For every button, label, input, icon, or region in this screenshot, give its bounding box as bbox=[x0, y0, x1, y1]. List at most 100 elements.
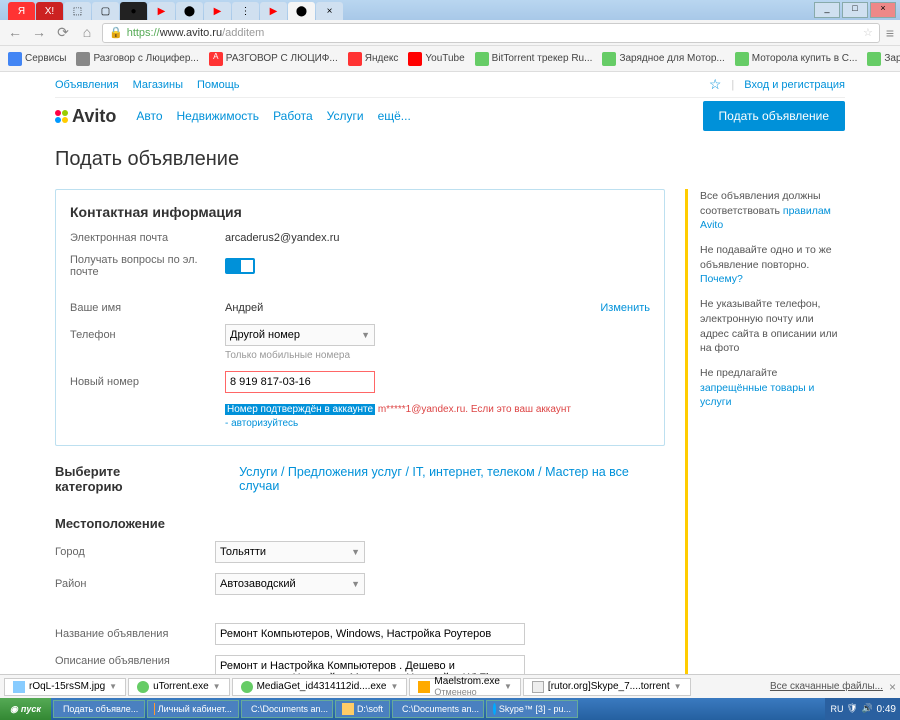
receive-questions-toggle[interactable] bbox=[225, 258, 255, 274]
browser-tab[interactable]: ▶ bbox=[204, 2, 231, 20]
why-link[interactable]: Почему? bbox=[700, 273, 743, 285]
browser-tab[interactable]: X! bbox=[36, 2, 63, 20]
browser-tab-active[interactable]: ⬤ bbox=[288, 2, 315, 20]
city-value: Тольятти bbox=[220, 546, 266, 558]
chevron-down-icon[interactable]: ▼ bbox=[109, 682, 117, 691]
bookmark-item[interactable]: Моторола купить в С... bbox=[735, 52, 858, 66]
taskbar-item[interactable]: Личный кабинет... bbox=[147, 700, 239, 718]
download-item[interactable]: Maelstrom.exeОтменено▼ bbox=[409, 678, 521, 696]
chevron-down-icon[interactable]: ▼ bbox=[674, 682, 682, 691]
reload-button[interactable]: ⟳ bbox=[54, 24, 72, 42]
bookmark-item[interactable]: YouTube bbox=[408, 52, 464, 66]
forward-button[interactable]: → bbox=[30, 24, 48, 42]
nav-more[interactable]: ещё... bbox=[378, 109, 411, 123]
bookmark-item[interactable]: Сервисы bbox=[8, 52, 66, 66]
tray-icon[interactable]: 🛡 bbox=[847, 703, 859, 715]
browser-tab[interactable]: Я bbox=[8, 2, 35, 20]
nav-shops[interactable]: Магазины bbox=[133, 79, 183, 91]
city-select[interactable]: Тольятти ▼ bbox=[215, 541, 365, 563]
browser-tab[interactable]: ▶ bbox=[260, 2, 287, 20]
bookmark-item[interactable]: Разговор с Люцифер... bbox=[76, 52, 198, 66]
close-downloads-bar[interactable]: × bbox=[889, 680, 896, 694]
browser-tab[interactable]: ⬚ bbox=[64, 2, 91, 20]
bookmark-star-icon[interactable]: ☆ bbox=[863, 26, 873, 39]
bookmark-item[interactable]: Яндекс bbox=[348, 52, 399, 66]
taskbar-item[interactable]: C:\Documents an... bbox=[392, 700, 484, 718]
address-bar[interactable]: 🔒 https:// www.avito.ru /additem ☆ bbox=[102, 23, 880, 43]
bookmark-item[interactable]: Зарядное для Мотор... bbox=[602, 52, 724, 66]
nav-jobs[interactable]: Работа bbox=[273, 109, 313, 123]
confirm-message: Номер подтверждён в аккаунте m*****1@yan… bbox=[225, 403, 650, 431]
favorites-icon[interactable]: ☆ bbox=[709, 76, 722, 93]
nav-realty[interactable]: Недвижимость bbox=[177, 109, 260, 123]
forbidden-link[interactable]: запрещённые товары и услуги bbox=[700, 382, 814, 409]
bolt-icon bbox=[735, 52, 749, 66]
phone-select[interactable]: Другой номер ▼ bbox=[225, 324, 375, 346]
window-minimize[interactable]: _ bbox=[814, 2, 840, 18]
ad-title-input[interactable] bbox=[215, 623, 525, 645]
download-item[interactable]: rOqL-15rsSM.jpg▼ bbox=[4, 678, 126, 696]
city-label: Город bbox=[55, 546, 215, 558]
download-item[interactable]: uTorrent.exe▼ bbox=[128, 678, 230, 696]
window-close[interactable]: × bbox=[870, 2, 896, 18]
file-icon bbox=[532, 681, 544, 693]
image-icon bbox=[13, 681, 25, 693]
nav-ads[interactable]: Объявления bbox=[55, 79, 119, 91]
bookmark-item[interactable]: BitTorrent трекер Ru... bbox=[475, 52, 593, 66]
nav-auto[interactable]: Авто bbox=[136, 109, 162, 123]
bt-icon bbox=[475, 52, 489, 66]
volume-icon[interactable]: 🔊 bbox=[862, 703, 874, 715]
system-tray: RU 🛡 🔊 0:49 bbox=[825, 698, 900, 720]
browser-tab[interactable]: ▶ bbox=[148, 2, 175, 20]
tray-lang[interactable]: RU bbox=[831, 704, 844, 714]
clock[interactable]: 0:49 bbox=[877, 704, 896, 715]
bolt-icon bbox=[867, 52, 881, 66]
district-select[interactable]: Автозаводский ▼ bbox=[215, 573, 365, 595]
window-maximize[interactable]: □ bbox=[842, 2, 868, 18]
taskbar-item[interactable]: Подать объявле... bbox=[53, 700, 145, 718]
chrome-icon bbox=[154, 703, 155, 715]
new-number-input[interactable] bbox=[225, 371, 375, 393]
download-item[interactable]: MediaGet_id4314112id....exe▼ bbox=[232, 678, 408, 696]
bookmark-item[interactable]: Зарядки с различны... bbox=[867, 52, 900, 66]
chevron-down-icon[interactable]: ▼ bbox=[213, 682, 221, 691]
browser-titlebar: Я X! ⬚ ▢ ● ▶ ⬤ ▶ ⋮ ▶ ⬤ × _ □ × bbox=[0, 0, 900, 20]
district-label: Район bbox=[55, 578, 215, 590]
show-all-downloads[interactable]: Все скачанные файлы... bbox=[770, 681, 883, 692]
chevron-down-icon[interactable]: ▼ bbox=[391, 682, 399, 691]
login-link[interactable]: Вход и регистрация bbox=[744, 79, 845, 91]
name-label: Ваше имя bbox=[70, 302, 225, 314]
browser-tab[interactable]: ▢ bbox=[92, 2, 119, 20]
taskbar-item[interactable]: C:\Documents an... bbox=[241, 700, 333, 718]
bookmark-item[interactable]: AРАЗГОВОР С ЛЮЦИФ... bbox=[209, 52, 338, 66]
confirm-highlight: Номер подтверждён в аккаунте bbox=[225, 404, 375, 415]
back-button[interactable]: ← bbox=[6, 24, 24, 42]
browser-tab[interactable]: ● bbox=[120, 2, 147, 20]
browser-tab[interactable]: ⋮ bbox=[232, 2, 259, 20]
home-button[interactable]: ⌂ bbox=[78, 24, 96, 42]
lock-icon: 🔒 bbox=[109, 26, 123, 39]
chevron-down-icon[interactable]: ▼ bbox=[504, 682, 512, 691]
logo[interactable]: Avito bbox=[55, 106, 116, 127]
windows-taskbar: ◉пуск Подать объявле... Личный кабинет..… bbox=[0, 698, 900, 720]
tab-strip: Я X! ⬚ ▢ ● ▶ ⬤ ▶ ⋮ ▶ ⬤ × bbox=[0, 0, 343, 20]
browser-tab[interactable]: ⬤ bbox=[176, 2, 203, 20]
nav-services[interactable]: Услуги bbox=[327, 109, 364, 123]
receive-questions-label: Получать вопросы по эл. почте bbox=[70, 254, 225, 278]
skype-icon bbox=[493, 703, 496, 715]
ad-desc-textarea[interactable] bbox=[215, 655, 525, 674]
post-ad-button[interactable]: Подать объявление bbox=[703, 101, 845, 131]
district-value: Автозаводский bbox=[220, 578, 296, 590]
url-host: www.avito.ru bbox=[160, 27, 222, 39]
yandex-icon bbox=[348, 52, 362, 66]
taskbar-item[interactable]: Skype™ [3] - pu... bbox=[486, 700, 578, 718]
chrome-menu-icon[interactable]: ≡ bbox=[886, 25, 894, 41]
start-button[interactable]: ◉пуск bbox=[0, 698, 51, 720]
authorize-link[interactable]: - авторизуйтесь bbox=[225, 418, 298, 429]
new-tab[interactable]: × bbox=[316, 2, 343, 20]
nav-help[interactable]: Помощь bbox=[197, 79, 240, 91]
taskbar-item[interactable]: D:\soft bbox=[335, 700, 390, 718]
change-name-link[interactable]: Изменить bbox=[600, 302, 650, 314]
download-item[interactable]: [rutor.org]Skype_7....torrent▼ bbox=[523, 678, 691, 696]
category-breadcrumb[interactable]: Услуги / Предложения услуг / IT, интерне… bbox=[239, 465, 665, 493]
